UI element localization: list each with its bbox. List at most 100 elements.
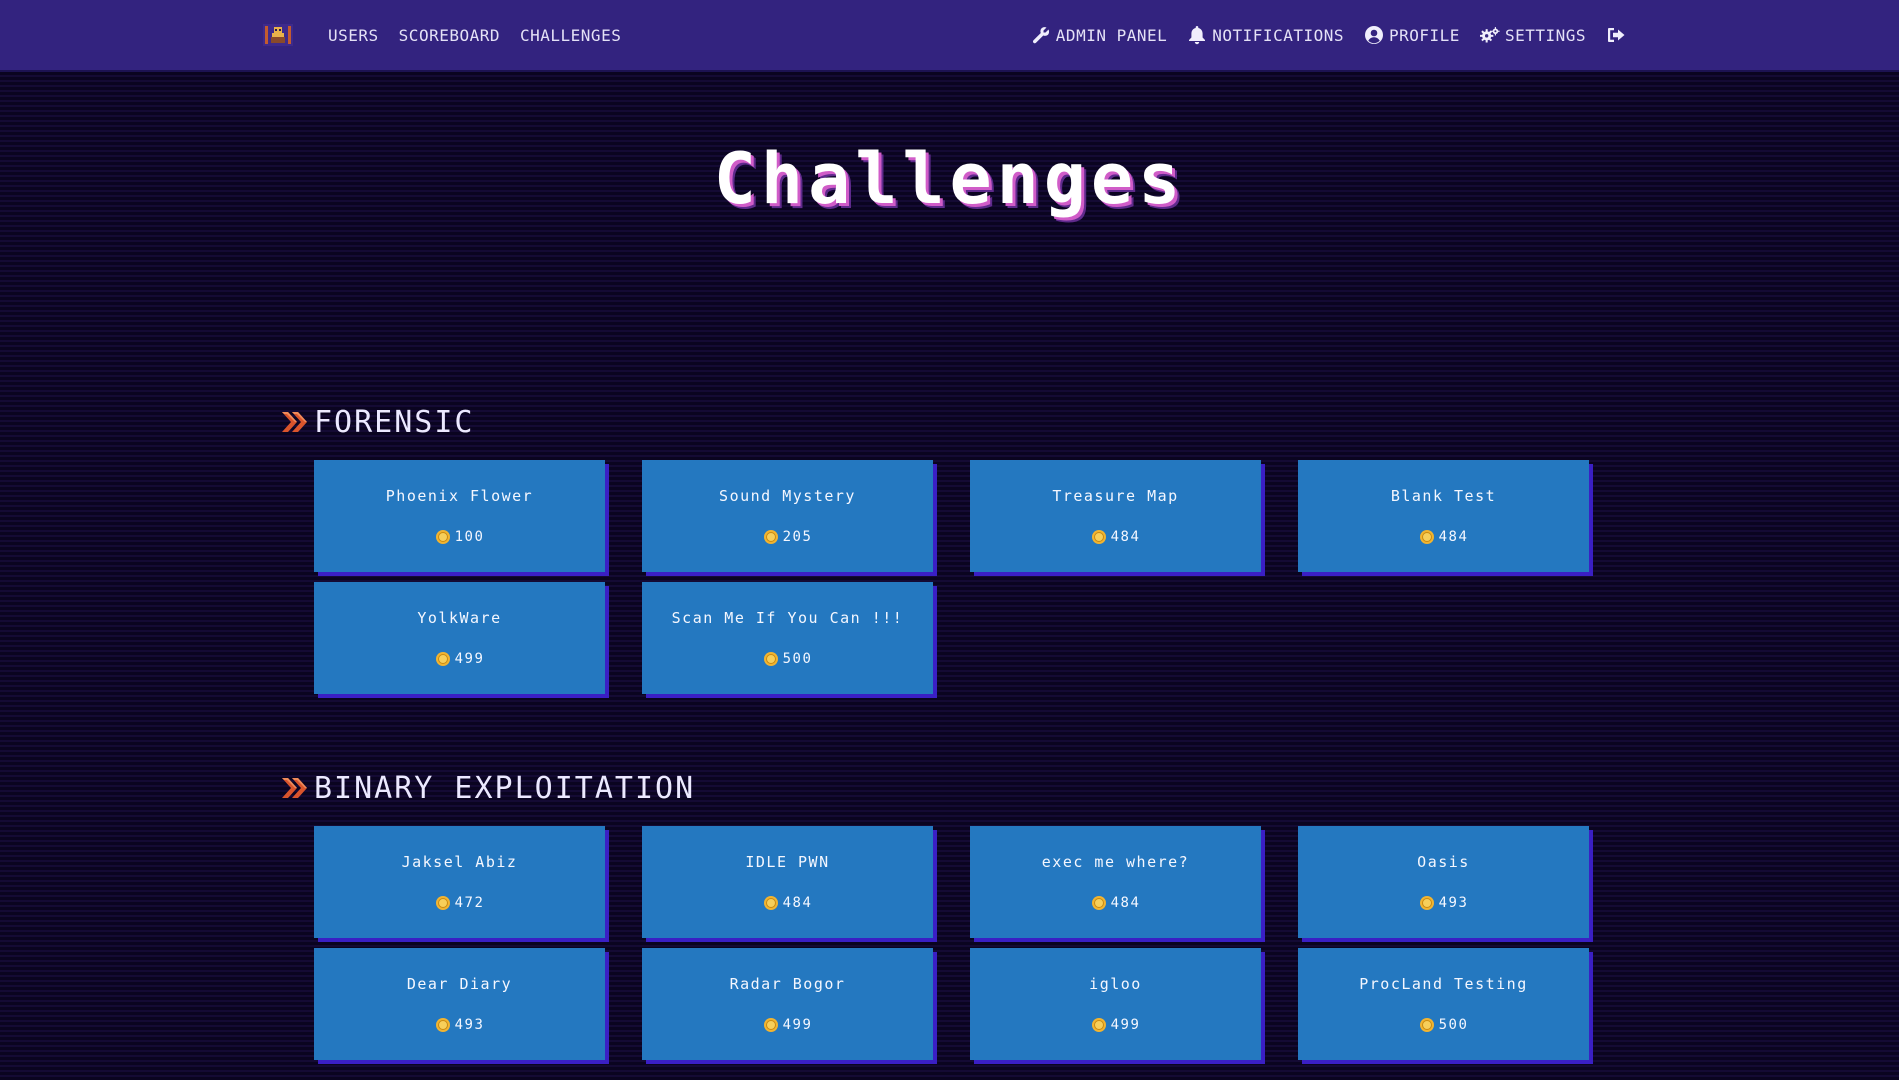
challenge-points: 499 bbox=[435, 651, 485, 667]
challenge-points: 484 bbox=[1419, 529, 1469, 545]
nav-admin-panel-label: ADMIN PANEL bbox=[1055, 25, 1168, 45]
nav-right-links: ADMIN PANEL NOTIFICATIONS PROFILE SETTIN… bbox=[1031, 0, 1631, 70]
challenge-card[interactable]: Phoenix Flower 100 bbox=[314, 460, 605, 572]
ctf-logo-icon[interactable] bbox=[263, 22, 293, 48]
challenge-grid: Phoenix Flower 100 Sound Mystery 205 Tre… bbox=[314, 460, 1620, 694]
nav-challenges-link[interactable]: CHALLENGES bbox=[520, 26, 621, 45]
nav-users-link[interactable]: USERS bbox=[328, 26, 379, 45]
coin-icon bbox=[1091, 1018, 1106, 1032]
challenge-grid: Jaksel Abiz 472 IDLE PWN 484 exec me whe… bbox=[314, 826, 1620, 1060]
nav-left-links: USERS SCOREBOARD CHALLENGES bbox=[328, 0, 621, 70]
challenge-card[interactable]: Jaksel Abiz 472 bbox=[314, 826, 605, 938]
coin-icon bbox=[763, 896, 778, 910]
coin-icon bbox=[1419, 530, 1434, 544]
coin-icon bbox=[435, 652, 450, 666]
category-header: FORENSIC bbox=[280, 404, 1620, 440]
challenge-points: 484 bbox=[763, 895, 813, 911]
nav-profile-link[interactable]: PROFILE bbox=[1364, 25, 1460, 45]
category-binary-exploitation: BINARY EXPLOITATION Jaksel Abiz 472 IDLE… bbox=[280, 771, 1620, 1060]
challenge-points-value: 100 bbox=[454, 529, 485, 545]
challenge-points-value: 500 bbox=[1438, 1017, 1469, 1033]
challenge-points: 205 bbox=[763, 529, 813, 545]
double-chevron-right-icon bbox=[282, 412, 307, 432]
challenge-name: igloo bbox=[1089, 975, 1142, 993]
challenge-card[interactable]: ProcLand Testing 500 bbox=[1298, 948, 1589, 1060]
category-title: BINARY EXPLOITATION bbox=[314, 770, 696, 806]
challenge-card[interactable]: exec me where? 484 bbox=[970, 826, 1261, 938]
logout-icon bbox=[1606, 25, 1626, 45]
challenge-points-value: 484 bbox=[1438, 529, 1469, 545]
challenge-card[interactable]: Blank Test 484 bbox=[1298, 460, 1589, 572]
nav-settings-label: SETTINGS bbox=[1504, 25, 1586, 45]
challenge-points: 500 bbox=[763, 651, 813, 667]
challenge-points-value: 484 bbox=[1110, 895, 1141, 911]
nav-scoreboard-link[interactable]: SCOREBOARD bbox=[399, 26, 500, 45]
wrench-icon bbox=[1031, 25, 1051, 45]
challenge-points-value: 500 bbox=[782, 651, 813, 667]
challenge-points: 499 bbox=[763, 1017, 813, 1033]
challenge-card[interactable]: Scan Me If You Can !!! 500 bbox=[642, 582, 933, 694]
challenge-card[interactable]: Dear Diary 493 bbox=[314, 948, 605, 1060]
challenge-points: 484 bbox=[1091, 529, 1141, 545]
challenge-points: 484 bbox=[1091, 895, 1141, 911]
challenge-points: 499 bbox=[1091, 1017, 1141, 1033]
challenge-points-value: 499 bbox=[782, 1017, 813, 1033]
nav-admin-panel-link[interactable]: ADMIN PANEL bbox=[1031, 25, 1167, 45]
category-header: BINARY EXPLOITATION bbox=[280, 770, 1620, 806]
coin-icon bbox=[1091, 530, 1106, 544]
challenge-card[interactable]: Sound Mystery 205 bbox=[642, 460, 933, 572]
challenge-points-value: 499 bbox=[1110, 1017, 1141, 1033]
page-title: Challenges bbox=[713, 138, 1186, 220]
challenge-card[interactable]: igloo 499 bbox=[970, 948, 1261, 1060]
double-chevron-right-icon bbox=[282, 778, 307, 798]
challenge-points: 472 bbox=[435, 895, 485, 911]
challenge-points-value: 472 bbox=[454, 895, 485, 911]
challenge-name: Jaksel Abiz bbox=[401, 853, 518, 871]
category-title: FORENSIC bbox=[314, 404, 475, 440]
challenge-name: Treasure Map bbox=[1052, 487, 1179, 505]
challenge-points-value: 499 bbox=[454, 651, 485, 667]
gears-icon bbox=[1479, 25, 1500, 45]
coin-icon bbox=[763, 652, 778, 666]
challenge-points: 500 bbox=[1419, 1017, 1469, 1033]
coin-icon bbox=[435, 530, 450, 544]
nav-notifications-label: NOTIFICATIONS bbox=[1212, 25, 1344, 45]
challenge-card[interactable]: Radar Bogor 499 bbox=[642, 948, 933, 1060]
challenge-points-value: 493 bbox=[1438, 895, 1469, 911]
nav-logout-link[interactable] bbox=[1606, 25, 1631, 45]
challenge-points-value: 493 bbox=[454, 1017, 485, 1033]
challenge-name: Scan Me If You Can !!! bbox=[671, 609, 904, 627]
challenge-name: YolkWare bbox=[417, 609, 502, 627]
challenge-name: Oasis bbox=[1417, 853, 1470, 871]
challenge-name: Radar Bogor bbox=[729, 975, 846, 993]
category-forensic: FORENSIC Phoenix Flower 100 Sound Myster… bbox=[280, 405, 1620, 694]
challenge-card[interactable]: Oasis 493 bbox=[1298, 826, 1589, 938]
coin-icon bbox=[435, 1018, 450, 1032]
challenge-points: 100 bbox=[435, 529, 485, 545]
coin-icon bbox=[1419, 896, 1434, 910]
bell-icon bbox=[1187, 25, 1207, 45]
challenge-card[interactable]: IDLE PWN 484 bbox=[642, 826, 933, 938]
challenge-name: Dear Diary bbox=[406, 975, 513, 993]
challenge-points-value: 484 bbox=[1110, 529, 1141, 545]
challenge-points-value: 205 bbox=[782, 529, 813, 545]
nav-settings-link[interactable]: SETTINGS bbox=[1479, 25, 1586, 45]
coin-icon bbox=[763, 1018, 778, 1032]
top-navbar: USERS SCOREBOARD CHALLENGES ADMIN PANEL … bbox=[0, 0, 1899, 70]
nav-profile-label: PROFILE bbox=[1389, 25, 1460, 45]
challenge-points: 493 bbox=[435, 1017, 485, 1033]
coin-icon bbox=[763, 530, 778, 544]
coin-icon bbox=[1091, 896, 1106, 910]
nav-notifications-link[interactable]: NOTIFICATIONS bbox=[1187, 25, 1344, 45]
coin-icon bbox=[1419, 1018, 1434, 1032]
challenge-card[interactable]: YolkWare 499 bbox=[314, 582, 605, 694]
coin-icon bbox=[435, 896, 450, 910]
challenge-points: 493 bbox=[1419, 895, 1469, 911]
challenge-name: Sound Mystery bbox=[719, 487, 856, 505]
challenge-name: Blank Test bbox=[1390, 487, 1497, 505]
challenge-name: Phoenix Flower bbox=[385, 487, 534, 505]
user-circle-icon bbox=[1364, 25, 1384, 45]
challenge-name: ProcLand Testing bbox=[1359, 975, 1528, 993]
challenge-card[interactable]: Treasure Map 484 bbox=[970, 460, 1261, 572]
challenge-name: IDLE PWN bbox=[745, 853, 830, 871]
